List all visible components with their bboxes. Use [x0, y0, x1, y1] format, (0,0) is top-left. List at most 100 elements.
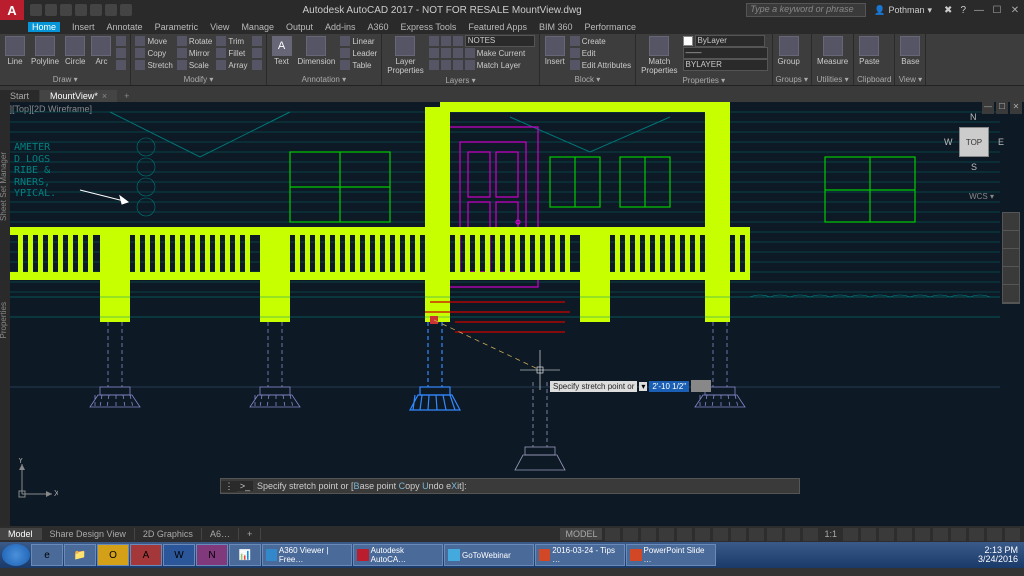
taskbar-tips[interactable]: 2016-03-24 - Tips …	[535, 544, 625, 566]
table-button[interactable]: Table	[339, 59, 378, 71]
line-button[interactable]: Line	[3, 35, 27, 67]
status-scale[interactable]: 1:1	[821, 529, 840, 539]
command-line[interactable]: ⋮ >_ Specify stretch point or [Base poin…	[220, 478, 800, 494]
tab-output[interactable]: Output	[286, 22, 313, 32]
qat-redo-icon[interactable]	[120, 4, 132, 16]
tab-annotate[interactable]: Annotate	[107, 22, 143, 32]
status-units-icon[interactable]	[897, 528, 912, 541]
linear-button[interactable]: Linear	[339, 35, 378, 47]
qat-plot-icon[interactable]	[90, 4, 102, 16]
fillet-button[interactable]: Fillet	[215, 47, 248, 59]
viewcube-face[interactable]: TOP	[959, 127, 989, 157]
layerprops-button[interactable]: Layer Properties	[385, 35, 425, 76]
leader-button[interactable]: Leader	[339, 47, 378, 59]
status-isodraft-icon[interactable]	[677, 528, 692, 541]
tab-insert[interactable]: Insert	[72, 22, 95, 32]
maximize-button[interactable]: ☐	[988, 5, 1006, 16]
insert-button[interactable]: Insert	[543, 35, 567, 67]
status-ortho-icon[interactable]	[641, 528, 656, 541]
close-tab-icon[interactable]: ×	[102, 91, 107, 101]
copy-button[interactable]: Copy	[134, 47, 173, 59]
draw-ext1[interactable]	[115, 35, 127, 47]
tab-view[interactable]: View	[210, 22, 229, 32]
status-grid-icon[interactable]	[605, 528, 620, 541]
exchange-icon[interactable]: ✖	[944, 5, 952, 16]
qat-open-icon[interactable]	[45, 4, 57, 16]
status-model-button[interactable]: MODEL	[560, 528, 602, 540]
taskbar-onenote-icon[interactable]: N	[196, 544, 228, 566]
stretch-button[interactable]: Stretch	[134, 59, 173, 71]
move-button[interactable]: Move	[134, 35, 173, 47]
status-gizmo-icon[interactable]	[803, 528, 818, 541]
tab-home[interactable]: Home	[28, 22, 60, 32]
nav-pan-button[interactable]	[1003, 231, 1019, 249]
status-customize-icon[interactable]	[1005, 528, 1020, 541]
taskbar-clock[interactable]: 2:13 PM3/24/2016	[978, 546, 1024, 564]
qat-save-icon[interactable]	[60, 4, 72, 16]
close-button[interactable]: ✕	[1006, 5, 1024, 16]
status-hwaccel-icon[interactable]	[969, 528, 984, 541]
properties-palette[interactable]: Properties	[0, 302, 8, 338]
draw-ext2[interactable]	[115, 47, 127, 59]
status-otrack-icon[interactable]	[731, 528, 746, 541]
status-lwt-icon[interactable]	[749, 528, 764, 541]
filetab-start[interactable]: Start	[0, 90, 39, 102]
tab-expresstools[interactable]: Express Tools	[401, 22, 457, 32]
layout-tab-a6[interactable]: A6…	[202, 528, 239, 540]
taskbar-app7-icon[interactable]: 📊	[229, 544, 261, 566]
status-annoscale-icon[interactable]	[843, 528, 858, 541]
qat-undo-icon[interactable]	[105, 4, 117, 16]
drawing-area[interactable]: [-][Top][2D Wireframe] Sheet Set Manager…	[0, 102, 1024, 526]
modify-ext2[interactable]	[251, 47, 263, 59]
taskbar-autocad[interactable]: Autodesk AutoCA…	[353, 544, 443, 566]
tab-a360[interactable]: A360	[368, 22, 389, 32]
qat-saveas-icon[interactable]	[75, 4, 87, 16]
status-lockui-icon[interactable]	[933, 528, 948, 541]
dimension-button[interactable]: Dimension	[296, 35, 338, 67]
view-cube[interactable]: N S E W TOP	[944, 112, 1004, 172]
status-quickprops-icon[interactable]	[915, 528, 930, 541]
nav-showmotion-button[interactable]	[1003, 285, 1019, 303]
base-button[interactable]: Base	[898, 35, 922, 67]
draw-ext3[interactable]	[115, 59, 127, 71]
new-tab-button[interactable]: +	[118, 90, 135, 102]
tab-parametric[interactable]: Parametric	[155, 22, 199, 32]
wcs-dropdown[interactable]: WCS ▾	[969, 192, 994, 201]
user-menu[interactable]: 👤 Pothman ▾	[874, 5, 932, 16]
tab-addins[interactable]: Add-ins	[325, 22, 356, 32]
layout-tab-2d[interactable]: 2D Graphics	[135, 528, 202, 540]
editattr-button[interactable]: Edit Attributes	[569, 59, 632, 71]
tab-performance[interactable]: Performance	[584, 22, 636, 32]
scale-button[interactable]: Scale	[176, 59, 214, 71]
taskbar-gotowebinar[interactable]: GoToWebinar	[444, 544, 534, 566]
taskbar-a360[interactable]: A360 Viewer | Free…	[262, 544, 352, 566]
viewport-maximize-button[interactable]: ☐	[996, 102, 1008, 114]
nav-wheel-button[interactable]	[1003, 213, 1019, 231]
linetype-dropdown[interactable]: BYLAYER	[682, 59, 769, 71]
taskbar-ie-icon[interactable]: e	[31, 544, 63, 566]
polyline-button[interactable]: Polyline	[29, 35, 61, 67]
viewcube-west[interactable]: W	[944, 137, 953, 147]
array-button[interactable]: Array	[215, 59, 248, 71]
nav-zoom-button[interactable]	[1003, 249, 1019, 267]
qat-new-icon[interactable]	[30, 4, 42, 16]
modify-ext1[interactable]	[251, 35, 263, 47]
status-isolate-icon[interactable]	[951, 528, 966, 541]
layer-dropdown[interactable]: NOTES	[428, 35, 536, 47]
modify-ext3[interactable]	[251, 59, 263, 71]
matchprops-button[interactable]: Match Properties	[639, 35, 679, 76]
viewcube-south[interactable]: S	[971, 162, 977, 172]
viewport-close-button[interactable]: ✕	[1010, 102, 1022, 114]
viewport-minimize-button[interactable]: —	[982, 102, 994, 114]
layout-tab-model[interactable]: Model	[0, 528, 42, 540]
dyninput-value[interactable]: 2'-10 1/2"	[649, 381, 689, 392]
dyninput-angle[interactable]	[691, 380, 711, 392]
help-search-input[interactable]: Type a keyword or phrase	[746, 3, 866, 17]
mirror-button[interactable]: Mirror	[176, 47, 214, 59]
layout-tab-share[interactable]: Share Design View	[42, 528, 135, 540]
commandline-handle-icon[interactable]: ⋮	[221, 481, 237, 492]
rotate-button[interactable]: Rotate	[176, 35, 214, 47]
taskbar-outlook-icon[interactable]: O	[97, 544, 129, 566]
tab-manage[interactable]: Manage	[241, 22, 274, 32]
filetab-active[interactable]: MountView*×	[40, 90, 117, 102]
